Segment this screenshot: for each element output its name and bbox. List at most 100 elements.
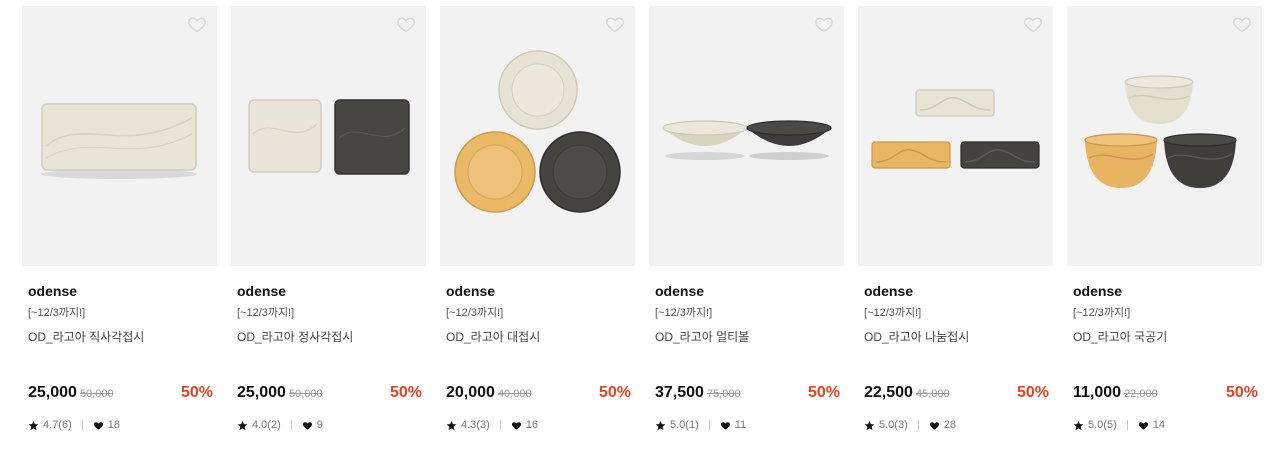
discount-rate: 50% — [1225, 384, 1258, 401]
meta-row: 5.0(1) 11 — [655, 418, 746, 432]
product-card[interactable]: odense [~12/3까지!] OD_라고아 멀티볼 37,500 75,0… — [649, 6, 844, 456]
price-row: 25,000 50,000 50% — [237, 383, 422, 403]
heart-filled-icon — [720, 421, 730, 430]
heart-filled-icon — [1138, 421, 1148, 430]
brand-name[interactable]: odense — [655, 282, 840, 300]
price-row: 37,500 75,000 50% — [655, 383, 840, 403]
divider — [81, 420, 83, 430]
meta-row: 4.3(3) 16 — [446, 418, 538, 432]
brand-name[interactable]: odense — [237, 282, 422, 300]
divider — [917, 420, 919, 430]
heart-filled-icon — [302, 421, 312, 430]
product-image[interactable] — [22, 6, 217, 266]
original-price: 40,000 — [497, 388, 532, 400]
promo-text: [~12/3까지!] — [864, 307, 922, 319]
discount-rate: 50% — [807, 384, 840, 401]
product-image[interactable] — [231, 6, 426, 266]
product-photo — [662, 120, 832, 160]
price-row: 25,000 50,000 50% — [28, 383, 213, 403]
promo-text: [~12/3까지!] — [28, 307, 86, 319]
wishlist-heart-icon[interactable] — [605, 14, 625, 34]
product-card[interactable]: odense [~12/3까지!] OD_라고아 정사각접시 25,000 50… — [231, 6, 426, 456]
wishlist-heart-icon[interactable] — [187, 14, 207, 34]
rating-text: 4.3(3) — [461, 419, 490, 431]
wishlist-heart-icon[interactable] — [814, 14, 834, 34]
sale-price: 20,000 — [446, 384, 495, 401]
star-icon — [1073, 420, 1084, 430]
heart-filled-icon — [929, 421, 939, 430]
discount-rate: 50% — [598, 384, 631, 401]
promo-text: [~12/3까지!] — [655, 307, 713, 319]
wishlist-heart-icon[interactable] — [1023, 14, 1043, 34]
original-price: 50,000 — [288, 388, 323, 400]
original-price: 45,000 — [915, 388, 950, 400]
product-image[interactable] — [858, 6, 1053, 266]
product-photo — [248, 99, 410, 175]
sale-price: 11,000 — [1073, 384, 1122, 401]
divider — [290, 420, 292, 430]
promo-text: [~12/3까지!] — [1073, 307, 1131, 319]
promo-text: [~12/3까지!] — [237, 307, 295, 319]
star-icon — [446, 420, 457, 430]
product-photo — [871, 89, 1040, 169]
product-photo — [41, 103, 197, 179]
product-name[interactable]: OD_라고아 정사각접시 — [237, 330, 422, 344]
star-icon — [864, 420, 875, 430]
product-card[interactable]: odense [~12/3까지!] OD_라고아 대접시 20,000 40,0… — [440, 6, 635, 456]
product-photo — [1084, 75, 1237, 188]
star-icon — [655, 420, 666, 430]
product-name[interactable]: OD_라고아 국공기 — [1073, 330, 1258, 344]
star-icon — [28, 420, 39, 430]
discount-rate: 50% — [1016, 384, 1049, 401]
brand-name[interactable]: odense — [864, 282, 1049, 300]
rating-text: 5.0(5) — [1088, 419, 1117, 431]
heart-filled-icon — [511, 421, 521, 430]
product-card[interactable]: odense [~12/3까지!] OD_라고아 나눔접시 22,500 45,… — [858, 6, 1053, 456]
star-icon — [237, 420, 248, 430]
meta-row: 4.7(6) 18 — [28, 418, 120, 432]
sale-price: 22,500 — [864, 384, 913, 401]
original-price: 22,000 — [1124, 388, 1158, 400]
product-photo — [454, 50, 621, 213]
sale-price: 25,000 — [237, 384, 286, 401]
product-image[interactable] — [649, 6, 844, 266]
divider — [1126, 420, 1128, 430]
likes-count: 11 — [734, 419, 747, 431]
discount-rate: 50% — [180, 384, 213, 401]
price-row: 20,000 40,000 50% — [446, 383, 631, 403]
likes-count: 9 — [316, 419, 323, 431]
meta-row: 5.0(5) 14 — [1073, 418, 1165, 432]
likes-count: 28 — [943, 419, 956, 431]
rating-text: 4.0(2) — [252, 419, 281, 431]
discount-rate: 50% — [389, 384, 422, 401]
product-image[interactable] — [1067, 6, 1262, 266]
product-name[interactable]: OD_라고아 대접시 — [446, 330, 631, 344]
rating-text: 4.7(6) — [43, 419, 72, 431]
product-card[interactable]: odense [~12/3까지!] OD_라고아 국공기 11,000 22,0… — [1067, 6, 1262, 456]
product-name[interactable]: OD_라고아 직사각접시 — [28, 330, 213, 344]
price-row: 22,500 45,000 50% — [864, 383, 1049, 403]
promo-text: [~12/3까지!] — [446, 307, 504, 319]
divider — [708, 420, 710, 430]
product-image[interactable] — [440, 6, 635, 266]
likes-count: 18 — [107, 419, 120, 431]
brand-name[interactable]: odense — [28, 282, 213, 300]
heart-filled-icon — [93, 421, 103, 430]
rating-text: 5.0(1) — [670, 419, 699, 431]
brand-name[interactable]: odense — [446, 282, 631, 300]
wishlist-heart-icon[interactable] — [396, 14, 416, 34]
divider — [499, 420, 501, 430]
brand-name[interactable]: odense — [1073, 282, 1258, 300]
product-name[interactable]: OD_라고아 나눔접시 — [864, 330, 1049, 344]
original-price: 50,000 — [79, 388, 114, 400]
likes-count: 14 — [1152, 419, 1165, 431]
likes-count: 16 — [525, 419, 538, 431]
wishlist-heart-icon[interactable] — [1232, 14, 1252, 34]
meta-row: 4.0(2) 9 — [237, 418, 323, 432]
product-name[interactable]: OD_라고아 멀티볼 — [655, 330, 840, 344]
sale-price: 25,000 — [28, 384, 77, 401]
sale-price: 37,500 — [655, 384, 704, 401]
product-card[interactable]: odense [~12/3까지!] OD_라고아 직사각접시 25,000 50… — [22, 6, 217, 456]
product-grid: odense [~12/3까지!] OD_라고아 직사각접시 25,000 50… — [22, 6, 1262, 456]
original-price: 75,000 — [706, 388, 741, 400]
